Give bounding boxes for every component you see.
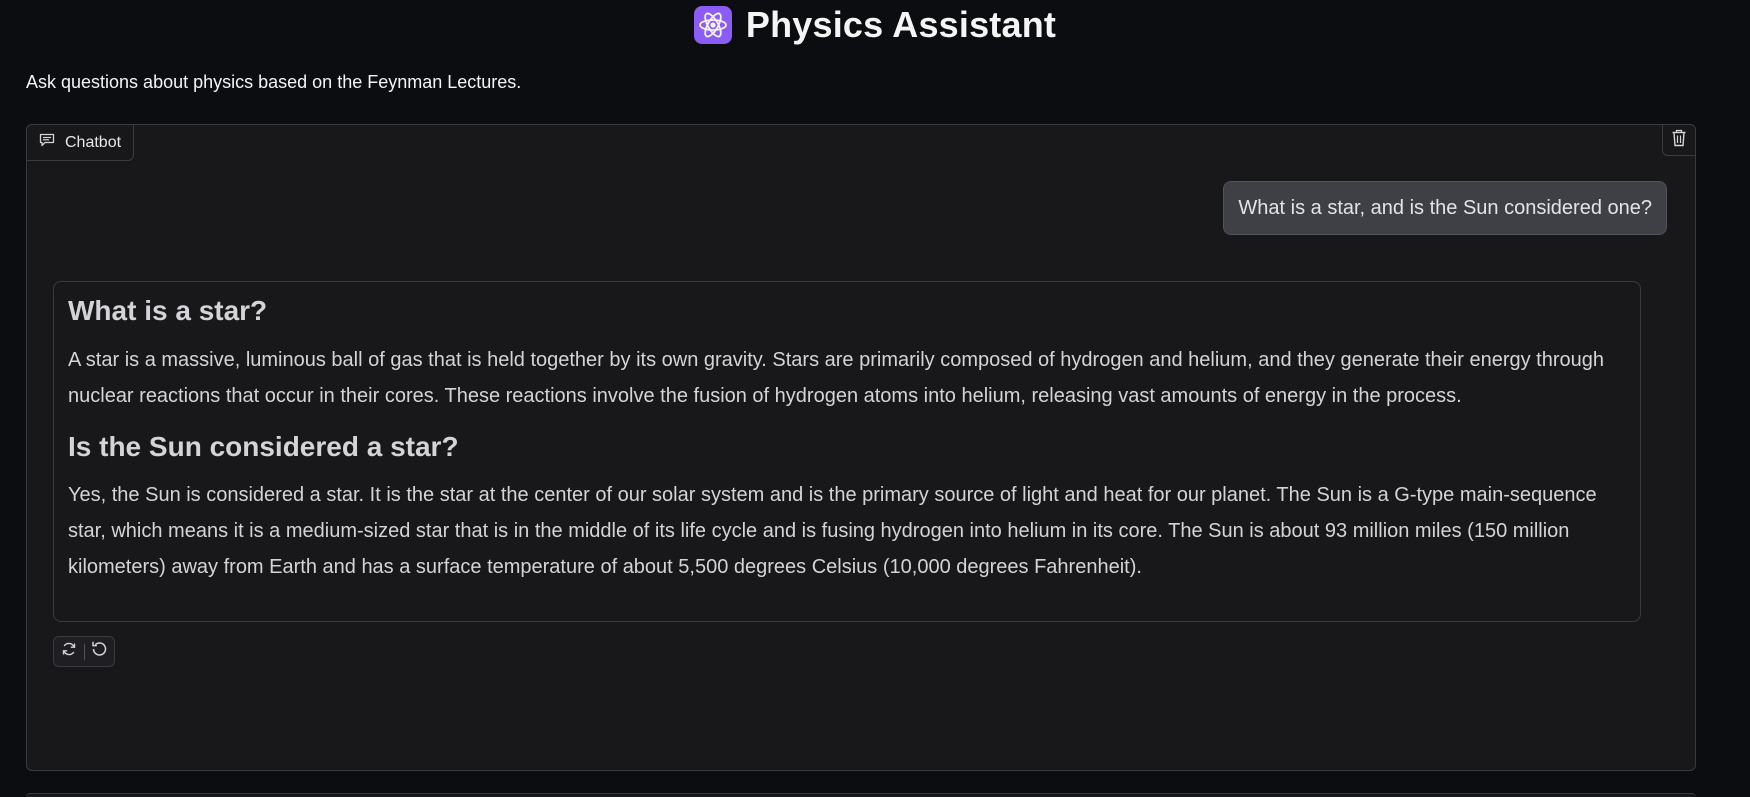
bot-heading-what-is-a-star: What is a star? [68,295,268,326]
undo-icon [90,640,108,663]
chatbot-panel: Chatbot What is a star, and is the Sun c… [26,124,1696,771]
page-title: Physics Assistant [745,4,1057,45]
atom-icon [693,6,732,44]
retry-icon [61,641,77,662]
clear-chat-button[interactable] [1662,124,1696,156]
trash-icon [1671,129,1687,152]
page: Physics Assistant Ask questions about ph… [0,0,1750,797]
bot-message: What is a star? A star is a massive, lum… [53,281,1641,622]
retry-button[interactable] [54,637,84,666]
undo-button[interactable] [85,637,115,666]
next-panel-edge [26,793,1696,797]
chatbot-label: Chatbot [26,124,135,161]
bot-heading-sun-star: Is the Sun considered a star? [68,430,459,462]
bot-paragraph-star-definition: A star is a massive, luminous ball of ga… [68,348,1604,407]
bot-paragraph-sun-explanation: Yes, the Sun is considered a star. It is… [68,484,1597,579]
message-actions [53,636,115,667]
chatbot-label-text: Chatbot [65,133,122,151]
user-message: What is a star, and is the Sun considere… [1223,181,1667,235]
page-subtitle: Ask questions about physics based on the… [26,72,522,92]
app-header: Physics Assistant [0,0,1750,50]
chat-bubble-icon [39,133,55,152]
